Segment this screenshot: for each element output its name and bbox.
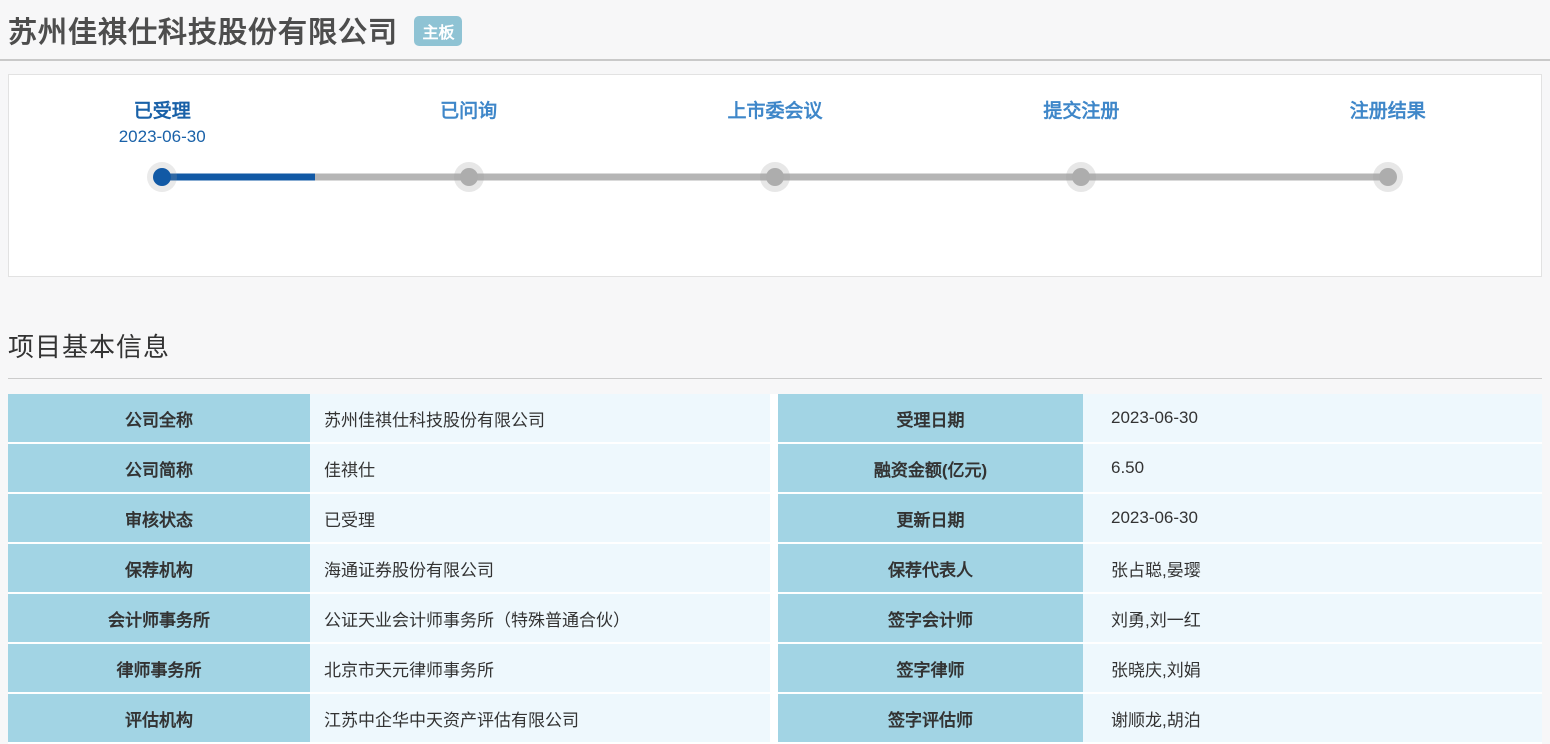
info-label: 保荐代表人 [778, 544, 1083, 592]
info-label: 签字会计师 [778, 594, 1083, 642]
info-label: 签字评估师 [778, 694, 1083, 742]
page-header: 苏州佳祺仕科技股份有限公司 主板 [0, 0, 1550, 61]
info-value: 2023-06-30 [1083, 394, 1542, 442]
timeline-stage: 已问询 [315, 101, 621, 148]
column-divider [770, 444, 778, 492]
info-value: 谢顺龙,胡泊 [1083, 694, 1542, 742]
timeline-stage: 注册结果 [1235, 101, 1541, 148]
column-divider [770, 544, 778, 592]
info-value: 佳祺仕 [310, 444, 770, 492]
column-divider [770, 644, 778, 692]
stage-date [1235, 126, 1541, 148]
info-value: 刘勇,刘一红 [1083, 594, 1542, 642]
table-row: 律师事务所 北京市天元律师事务所 签字律师 张晓庆,刘娟 [8, 644, 1542, 694]
info-value: 张占聪,晏璎 [1083, 544, 1542, 592]
stage-dot [1378, 168, 1397, 186]
info-value: 2023-06-30 [1083, 494, 1542, 542]
info-value: 北京市天元律师事务所 [310, 644, 770, 692]
stage-date [315, 126, 621, 148]
info-value: 6.50 [1083, 444, 1542, 492]
column-divider [770, 594, 778, 642]
stage-dot [1072, 168, 1091, 186]
info-value: 苏州佳祺仕科技股份有限公司 [310, 394, 770, 442]
column-divider [770, 394, 778, 442]
info-value: 公证天业会计师事务所（特殊普通合伙） [310, 594, 770, 642]
stage-dot [153, 168, 172, 186]
info-label: 融资金额(亿元) [778, 444, 1083, 492]
info-label: 公司全称 [8, 394, 310, 442]
info-value: 海通证券股份有限公司 [310, 544, 770, 592]
info-label: 受理日期 [778, 394, 1083, 442]
stage-label: 注册结果 [1349, 101, 1426, 122]
stage-label: 上市委会议 [727, 101, 823, 122]
stage-dot [459, 168, 478, 186]
info-label: 更新日期 [778, 494, 1083, 542]
table-row: 会计师事务所 公证天业会计师事务所（特殊普通合伙） 签字会计师 刘勇,刘一红 [8, 594, 1542, 644]
timeline-progress-line [162, 173, 316, 181]
info-label: 会计师事务所 [8, 594, 310, 642]
timeline-stage-labels: 已受理 2023-06-30 已问询 上市委会议 提交注册 注册结果 [9, 101, 1541, 148]
stage-date [928, 126, 1234, 148]
board-badge: 主板 [414, 16, 463, 46]
info-value: 已受理 [310, 494, 770, 542]
stage-label: 已问询 [440, 101, 498, 122]
stage-dot [766, 168, 784, 186]
stage-label: 提交注册 [1043, 101, 1120, 122]
info-label: 签字律师 [778, 644, 1083, 692]
info-value: 江苏中企华中天资产评估有限公司 [310, 694, 770, 742]
section-title: 项目基本信息 [8, 301, 1542, 379]
project-info-table: 公司全称 苏州佳祺仕科技股份有限公司 受理日期 2023-06-30 公司简称 … [8, 394, 1542, 744]
info-label: 保荐机构 [8, 544, 310, 592]
column-divider [770, 494, 778, 542]
table-row: 评估机构 江苏中企华中天资产评估有限公司 签字评估师 谢顺龙,胡泊 [8, 694, 1542, 744]
page-title: 苏州佳祺仕科技股份有限公司 [8, 17, 399, 49]
table-row: 保荐机构 海通证券股份有限公司 保荐代表人 张占聪,晏璎 [8, 544, 1542, 594]
info-label: 律师事务所 [8, 644, 310, 692]
timeline-stage: 上市委会议 [622, 101, 928, 148]
info-value: 张晓庆,刘娟 [1083, 644, 1542, 692]
stage-label: 已受理 [133, 101, 191, 122]
table-row: 公司全称 苏州佳祺仕科技股份有限公司 受理日期 2023-06-30 [8, 394, 1542, 444]
info-label: 公司简称 [8, 444, 310, 492]
table-row: 审核状态 已受理 更新日期 2023-06-30 [8, 494, 1542, 544]
stage-date: 2023-06-30 [118, 127, 206, 146]
timeline-track [9, 162, 1541, 192]
column-divider [770, 694, 778, 742]
timeline-stage: 提交注册 [928, 101, 1234, 148]
info-label: 评估机构 [8, 694, 310, 742]
info-label: 审核状态 [8, 494, 310, 542]
review-status-timeline-panel: 已受理 2023-06-30 已问询 上市委会议 提交注册 注册结果 [8, 74, 1542, 277]
stage-date [622, 126, 928, 148]
table-row: 公司简称 佳祺仕 融资金额(亿元) 6.50 [8, 444, 1542, 494]
timeline-stage: 已受理 2023-06-30 [9, 101, 315, 148]
